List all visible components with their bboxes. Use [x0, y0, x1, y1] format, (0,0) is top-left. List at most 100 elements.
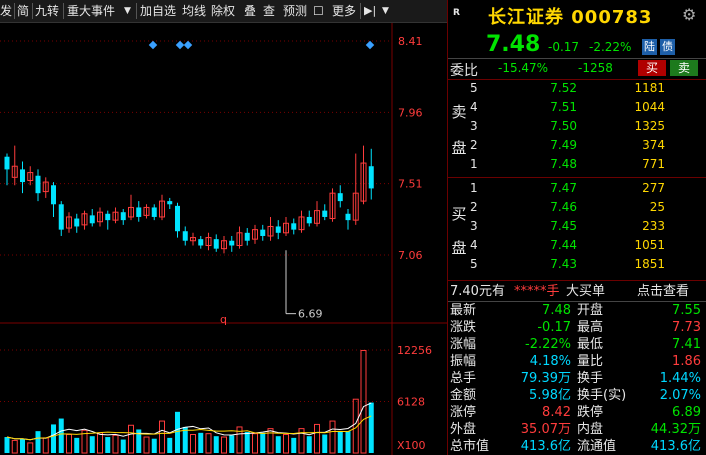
- stat-label: 振幅: [450, 354, 477, 369]
- buy-volume: 1851: [634, 257, 665, 271]
- event-marker-icon: [175, 40, 185, 50]
- candle-body: [275, 226, 281, 233]
- price-tick-label: 8.41: [398, 35, 423, 48]
- volume-bar: [35, 431, 41, 453]
- buy-button[interactable]: 买: [638, 60, 666, 76]
- price-change-pct: -2.22%: [589, 40, 632, 54]
- volume-bar: [291, 437, 297, 453]
- toolbar-item-moving-average[interactable]: 均线: [182, 0, 206, 22]
- stat-value: 4.18%: [529, 354, 571, 369]
- sell-level: 3: [470, 119, 478, 133]
- stat-value: 413.6亿: [520, 439, 571, 454]
- toolbar-item-nine-turn[interactable]: 九转: [35, 0, 59, 22]
- toolbar-item-simple[interactable]: 简: [17, 0, 29, 22]
- volume-bar: [143, 436, 150, 454]
- sell-row[interactable]: 1 7.48 771: [448, 155, 706, 174]
- low-price-label: 6.69: [298, 308, 323, 321]
- sell-price: 7.49: [550, 138, 577, 152]
- sell-row[interactable]: 2 7.49 374: [448, 136, 706, 155]
- volume-bar: [306, 436, 312, 453]
- toolbar-dropdown-icon[interactable]: ▼: [382, 0, 389, 22]
- stat-value: 6.89: [672, 405, 701, 420]
- volume-bar: [345, 431, 351, 453]
- big-order-label: 大买单: [566, 284, 606, 299]
- stat-label: 最新: [450, 303, 477, 318]
- buy-row[interactable]: 4 7.44 1051: [448, 236, 706, 255]
- buy-row[interactable]: 2 7.46 25: [448, 198, 706, 217]
- toolbar-item-query[interactable]: 查: [263, 0, 275, 22]
- volume-bar: [322, 434, 328, 453]
- stat-value: 7.48: [542, 303, 571, 318]
- toolbar-item-overlay[interactable]: 叠: [244, 0, 256, 22]
- volume-bar: [337, 431, 343, 453]
- stat-value: 2.07%: [659, 388, 701, 403]
- sell-row[interactable]: 5 7.52 1181: [448, 79, 706, 98]
- toolbar-item-add-watchlist[interactable]: 加自选: [140, 0, 176, 22]
- checkbox-icon[interactable]: ☐: [313, 0, 324, 22]
- volume-bar: [97, 432, 103, 454]
- volume-bar: [51, 424, 56, 453]
- candle-body: [213, 239, 219, 249]
- candle-body: [58, 204, 64, 230]
- bond-tag[interactable]: 债: [660, 39, 675, 55]
- candle-body: [105, 213, 111, 221]
- volume-bar: [66, 434, 72, 454]
- stat-value: 44.32万: [650, 422, 701, 437]
- big-order-price: 7.40元有: [450, 284, 505, 299]
- big-order-stars: *****手: [514, 284, 560, 299]
- volume-bar: [283, 434, 289, 454]
- volume-bar: [221, 436, 227, 454]
- volume-bar: [89, 436, 95, 453]
- volume-bar: [120, 439, 126, 453]
- stat-label: 流通值: [577, 439, 617, 454]
- stat-label: 涨幅: [450, 337, 477, 352]
- sell-level: 4: [470, 100, 478, 114]
- volume-bar: [360, 349, 367, 454]
- buy-row[interactable]: 5 7.43 1851: [448, 255, 706, 274]
- buy-volume: 1051: [634, 238, 665, 252]
- volume-bar: [329, 420, 336, 454]
- toolbar-item-ex-rights[interactable]: 除权: [211, 0, 235, 22]
- volume-bar: [213, 436, 219, 453]
- stat-value: -0.17: [537, 320, 571, 335]
- buy-level: 2: [470, 200, 478, 214]
- event-marker-icon: [148, 40, 158, 50]
- toolbar-item-fa[interactable]: 发: [0, 0, 12, 22]
- candle-body: [167, 201, 173, 205]
- stat-label: 总市值: [450, 439, 490, 454]
- volume-bar: [229, 435, 235, 453]
- buy-row[interactable]: 3 7.45 233: [448, 217, 706, 236]
- sell-price: 7.48: [550, 157, 577, 171]
- q-marker: q: [220, 313, 227, 326]
- stat-value: 79.39万: [520, 371, 571, 386]
- play-end-icon[interactable]: ▶|: [364, 0, 376, 22]
- sell-row[interactable]: 3 7.50 1325: [448, 117, 706, 136]
- stat-label: 总手: [450, 371, 477, 386]
- kline-chart[interactable]: 8.41 7.96 7.51 7.06 12256 6128 X100 6.69 q: [0, 23, 447, 455]
- toolbar-item-forecast[interactable]: 预测: [283, 0, 307, 22]
- buy-volume: 277: [642, 181, 665, 195]
- sell-price: 7.52: [550, 81, 577, 95]
- view-details-link[interactable]: 点击查看: [637, 282, 689, 301]
- kline-svg[interactable]: 8.41 7.96 7.51 7.06 12256 6128 X100 6.69 q: [0, 23, 447, 455]
- buy-row[interactable]: 1 7.47 277: [448, 179, 706, 198]
- sell-button[interactable]: 卖: [670, 60, 698, 76]
- toolbar-item-more[interactable]: 更多: [332, 0, 356, 22]
- volume-bar: [244, 431, 250, 453]
- price-tick-label: 7.06: [398, 249, 423, 262]
- volume-bar: [151, 438, 157, 453]
- buy-price: 7.45: [550, 219, 577, 233]
- lu-tag[interactable]: 陆: [642, 39, 657, 55]
- candle-body: [291, 223, 297, 230]
- stat-label: 开盘: [577, 303, 604, 318]
- candle-body: [322, 210, 328, 217]
- stat-label: 外盘: [450, 422, 477, 437]
- major-events-dropdown-icon[interactable]: ▼: [124, 0, 131, 22]
- sell-row[interactable]: 4 7.51 1044: [448, 98, 706, 117]
- sell-volume: 1181: [634, 81, 665, 95]
- gear-icon[interactable]: ⚙: [682, 5, 696, 24]
- volume-bar: [11, 439, 18, 454]
- candle-body: [151, 207, 157, 217]
- volume-bar: [112, 434, 119, 454]
- toolbar-item-major-events[interactable]: 重大事件: [67, 0, 115, 22]
